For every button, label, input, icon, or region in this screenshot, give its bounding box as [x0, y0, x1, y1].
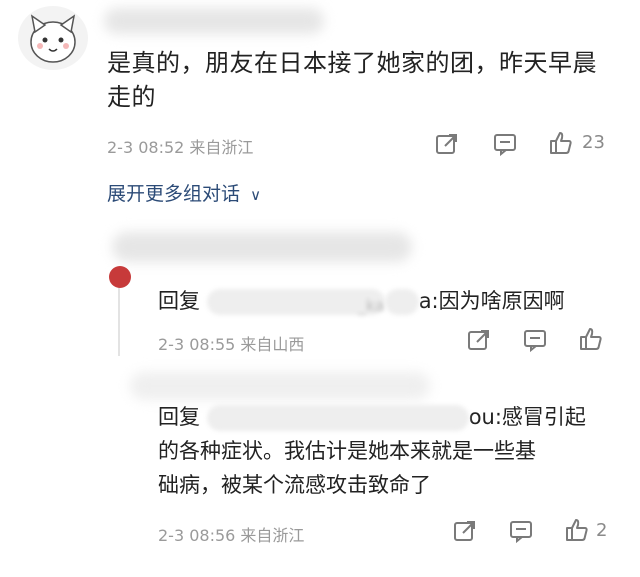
like-count: 2 [596, 520, 608, 541]
mention-fragment: a: [418, 289, 439, 313]
like-icon[interactable] [578, 326, 604, 352]
blurred-mention[interactable] [384, 289, 419, 315]
comment-meta: 2-3 08:52 来自浙江 [107, 138, 254, 157]
comment-icon[interactable] [522, 327, 548, 353]
share-icon[interactable] [452, 518, 478, 544]
like-icon[interactable] [564, 517, 590, 543]
blurred-username[interactable] [104, 8, 324, 34]
like-icon[interactable] [548, 130, 574, 156]
reply-text: 回复 ou:感冒引起 的各种症状。我估计是她本来就是一些基 础病，被某个流感攻击… [158, 400, 618, 502]
avatar[interactable] [18, 6, 88, 70]
reply-meta: 2-3 08:56 来自浙江 [158, 526, 305, 545]
expand-label: 展开更多组对话 [107, 183, 241, 205]
avatar[interactable] [109, 266, 131, 288]
chevron-down-icon: ∨ [250, 186, 262, 204]
blurred-mention[interactable]: _ka [206, 289, 385, 315]
reply-meta: 2-3 08:55 来自山西 [158, 335, 305, 354]
comment-icon[interactable] [508, 518, 534, 544]
reply-content: 础病，被某个流感攻击致命了 [158, 473, 431, 497]
blurred-username[interactable] [112, 232, 412, 262]
cartoon-cat-avatar-icon [30, 14, 76, 63]
reply-text: 回复 _ka a:因为啥原因啊 [158, 284, 565, 318]
share-icon[interactable] [466, 327, 492, 353]
reply-prefix: 回复 [158, 289, 200, 313]
comment-icon[interactable] [492, 131, 518, 157]
blurred-mention[interactable] [206, 405, 469, 431]
reply-prefix: 回复 [158, 405, 200, 429]
comment-text-line: 是真的，朋友在日本接了她家的团，昨天早晨 [107, 49, 597, 77]
mention-fragment: ou: [468, 405, 502, 429]
share-icon[interactable] [434, 131, 460, 157]
comment-text-line: 走的 [107, 83, 156, 111]
like-count: 23 [582, 132, 605, 153]
reply-content: 因为啥原因啊 [438, 289, 565, 313]
comment-text: 是真的，朋友在日本接了她家的团，昨天早晨 走的 [107, 46, 627, 114]
reply-content: 感冒引起 [501, 405, 586, 429]
mention-fragment: _ka [357, 296, 385, 315]
expand-more-conversations[interactable]: 展开更多组对话 ∨ [107, 179, 261, 206]
blurred-username[interactable] [130, 372, 430, 400]
reply-content: 的各种症状。我估计是她本来就是一些基 [158, 439, 536, 463]
